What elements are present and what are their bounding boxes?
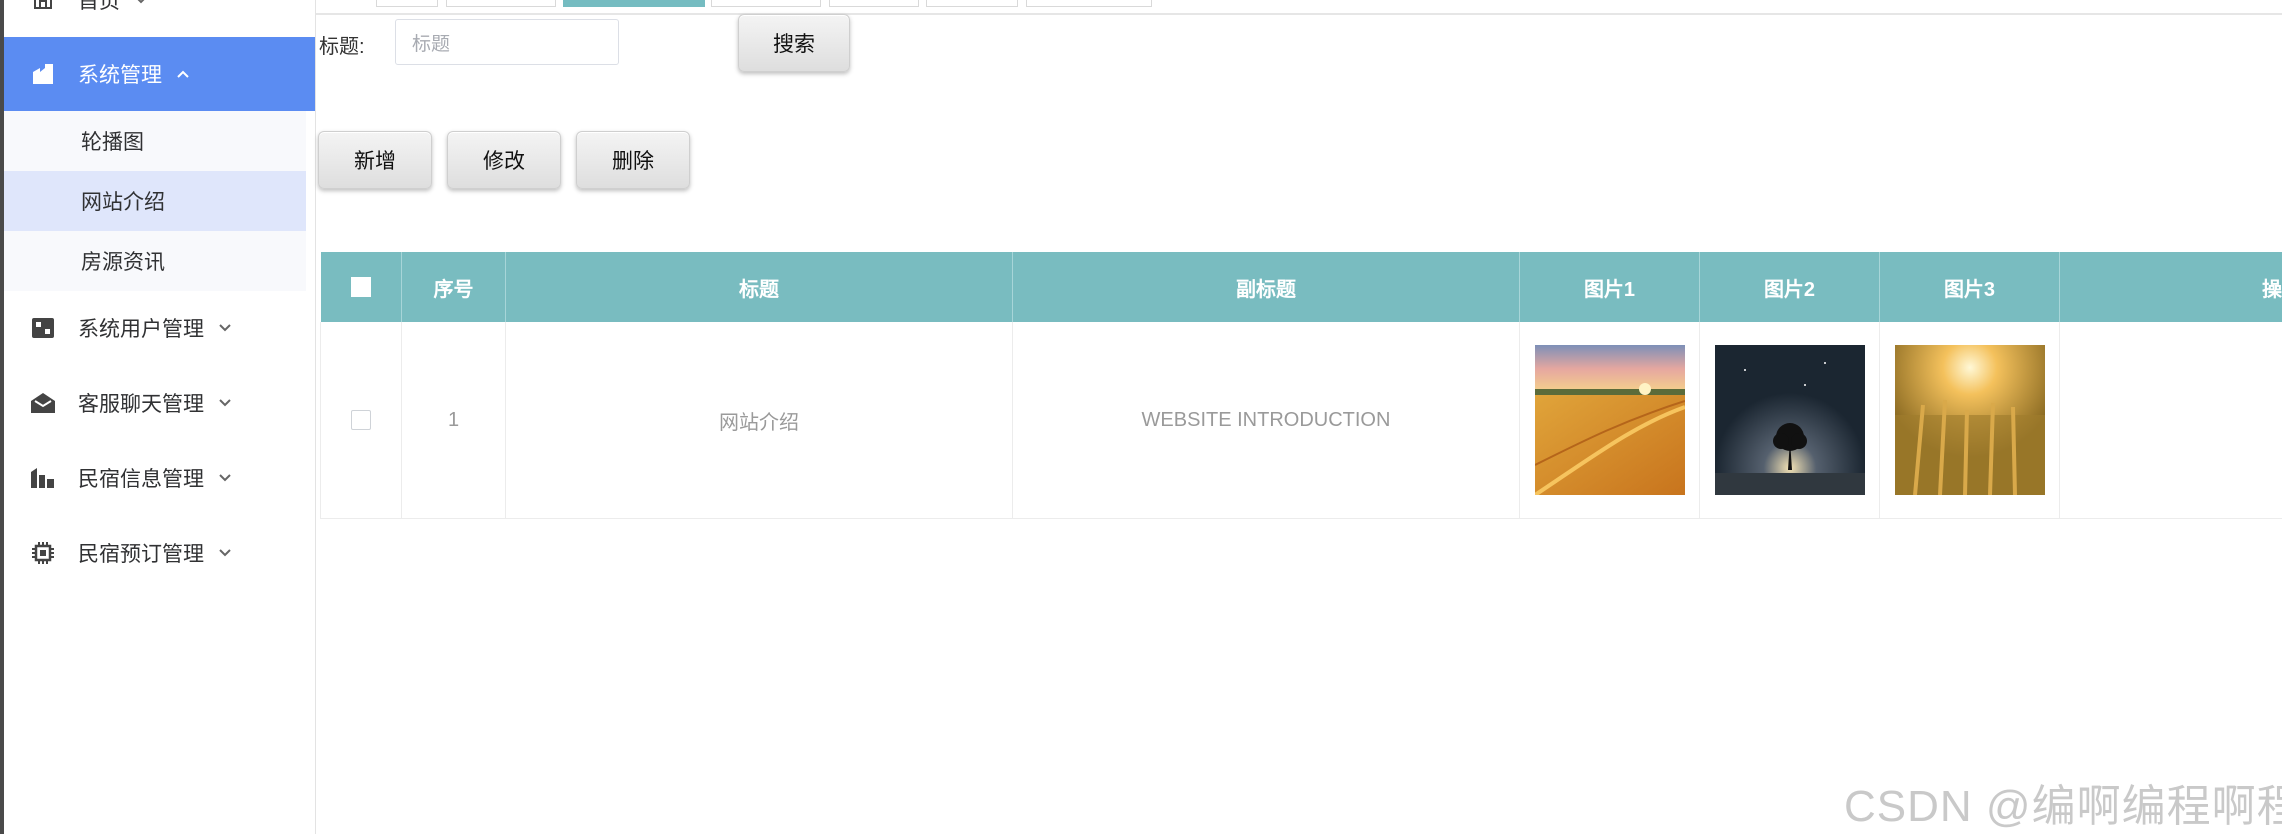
table-row: 1 网站介绍 WEBSITE INTRODUCTION (320, 322, 2282, 519)
row-index: 1 (401, 322, 506, 519)
sidebar-subitem-carousel[interactable]: 轮播图 (4, 111, 306, 171)
watermark: CSDN @编啊编程啊程 (1844, 782, 2282, 831)
chip-icon (30, 540, 56, 566)
sidebar-item-label: 民宿信息管理 (78, 468, 204, 491)
row-actions (2059, 322, 2282, 519)
column-header-image3: 图片3 (1879, 252, 2060, 322)
edit-button[interactable]: 修改 (447, 131, 561, 189)
sidebar-item-label: 民宿预订管理 (78, 543, 204, 566)
column-header-actions: 操 (2059, 252, 2282, 322)
sidebar-item-label: 系统用户管理 (78, 318, 204, 341)
chevron-down-icon (218, 320, 234, 336)
sidebar-item-label: 客服聊天管理 (78, 393, 204, 416)
sidebar-item-label: 系统管理 (78, 64, 162, 87)
sidebar-subitem-label: 房源资讯 (81, 251, 165, 274)
sidebar: 首页 系统管理 轮播图 网站介绍 房源资讯 系统用户管理 客服聊天管理 民宿信息… (4, 0, 316, 834)
night-tree-image[interactable] (1714, 345, 1865, 495)
chevron-down-icon (218, 545, 234, 561)
select-all-header[interactable] (320, 252, 402, 322)
city-icon (30, 465, 56, 491)
sidebar-item-system-users[interactable]: 系统用户管理 (4, 291, 315, 365)
row-title: 网站介绍 (505, 322, 1013, 519)
chevron-down-icon (218, 395, 234, 411)
tab[interactable] (829, 0, 919, 7)
building-icon (30, 61, 56, 87)
sidebar-item-homestay-info[interactable]: 民宿信息管理 (4, 441, 315, 515)
main-content: 标题: 标题 搜索 新增 修改 删除 序号 标题 副标题 图片1 图片2 图片3… (316, 0, 2282, 834)
column-header-image2: 图片2 (1699, 252, 1880, 322)
sidebar-subitem-listing-news[interactable]: 房源资讯 (4, 231, 306, 291)
golden-wheat-image[interactable] (1894, 345, 2045, 495)
sidebar-subitem-label: 网站介绍 (81, 191, 165, 214)
chevron-up-icon (176, 66, 192, 82)
tab[interactable] (376, 0, 438, 7)
tab[interactable] (926, 0, 1018, 7)
column-header-image1: 图片1 (1519, 252, 1700, 322)
search-button[interactable]: 搜索 (738, 14, 850, 72)
column-header-index: 序号 (401, 252, 506, 322)
sidebar-item-system-management[interactable]: 系统管理 (4, 37, 315, 111)
sidebar-item-homestay-booking[interactable]: 民宿预订管理 (4, 516, 315, 590)
chevron-down-icon (218, 470, 234, 486)
picture-icon (30, 315, 56, 341)
mail-open-icon (30, 390, 56, 416)
title-search-input[interactable]: 标题 (395, 19, 619, 65)
tab[interactable] (711, 0, 821, 7)
add-button[interactable]: 新增 (318, 131, 432, 189)
select-all-checkbox[interactable] (350, 277, 371, 297)
data-table: 序号 标题 副标题 图片1 图片2 图片3 操 1 网站介绍 WEBSITE I… (320, 252, 2282, 519)
title-search-placeholder: 标题 (412, 33, 451, 55)
tab[interactable] (446, 0, 556, 7)
column-header-subtitle: 副标题 (1012, 252, 1520, 322)
chevron-down-icon (134, 0, 150, 8)
wheat-field-sunset-image[interactable] (1534, 345, 1685, 495)
tab-strip (316, 0, 2282, 15)
home-icon (30, 0, 56, 13)
sidebar-subitem-label: 轮播图 (81, 131, 144, 154)
tab[interactable] (1026, 0, 1152, 7)
sidebar-item-home[interactable]: 首页 (4, 0, 315, 37)
table-header-row: 序号 标题 副标题 图片1 图片2 图片3 操 (320, 252, 2282, 322)
delete-button[interactable]: 删除 (576, 131, 690, 189)
title-filter-label: 标题: (319, 36, 365, 58)
tab-active[interactable] (563, 0, 705, 7)
sidebar-item-customer-chat[interactable]: 客服聊天管理 (4, 366, 315, 440)
row-subtitle: WEBSITE INTRODUCTION (1012, 322, 1520, 519)
sidebar-item-label: 首页 (78, 0, 120, 13)
sidebar-subitem-site-intro[interactable]: 网站介绍 (4, 171, 306, 231)
row-checkbox[interactable] (351, 410, 371, 430)
column-header-title: 标题 (505, 252, 1013, 322)
